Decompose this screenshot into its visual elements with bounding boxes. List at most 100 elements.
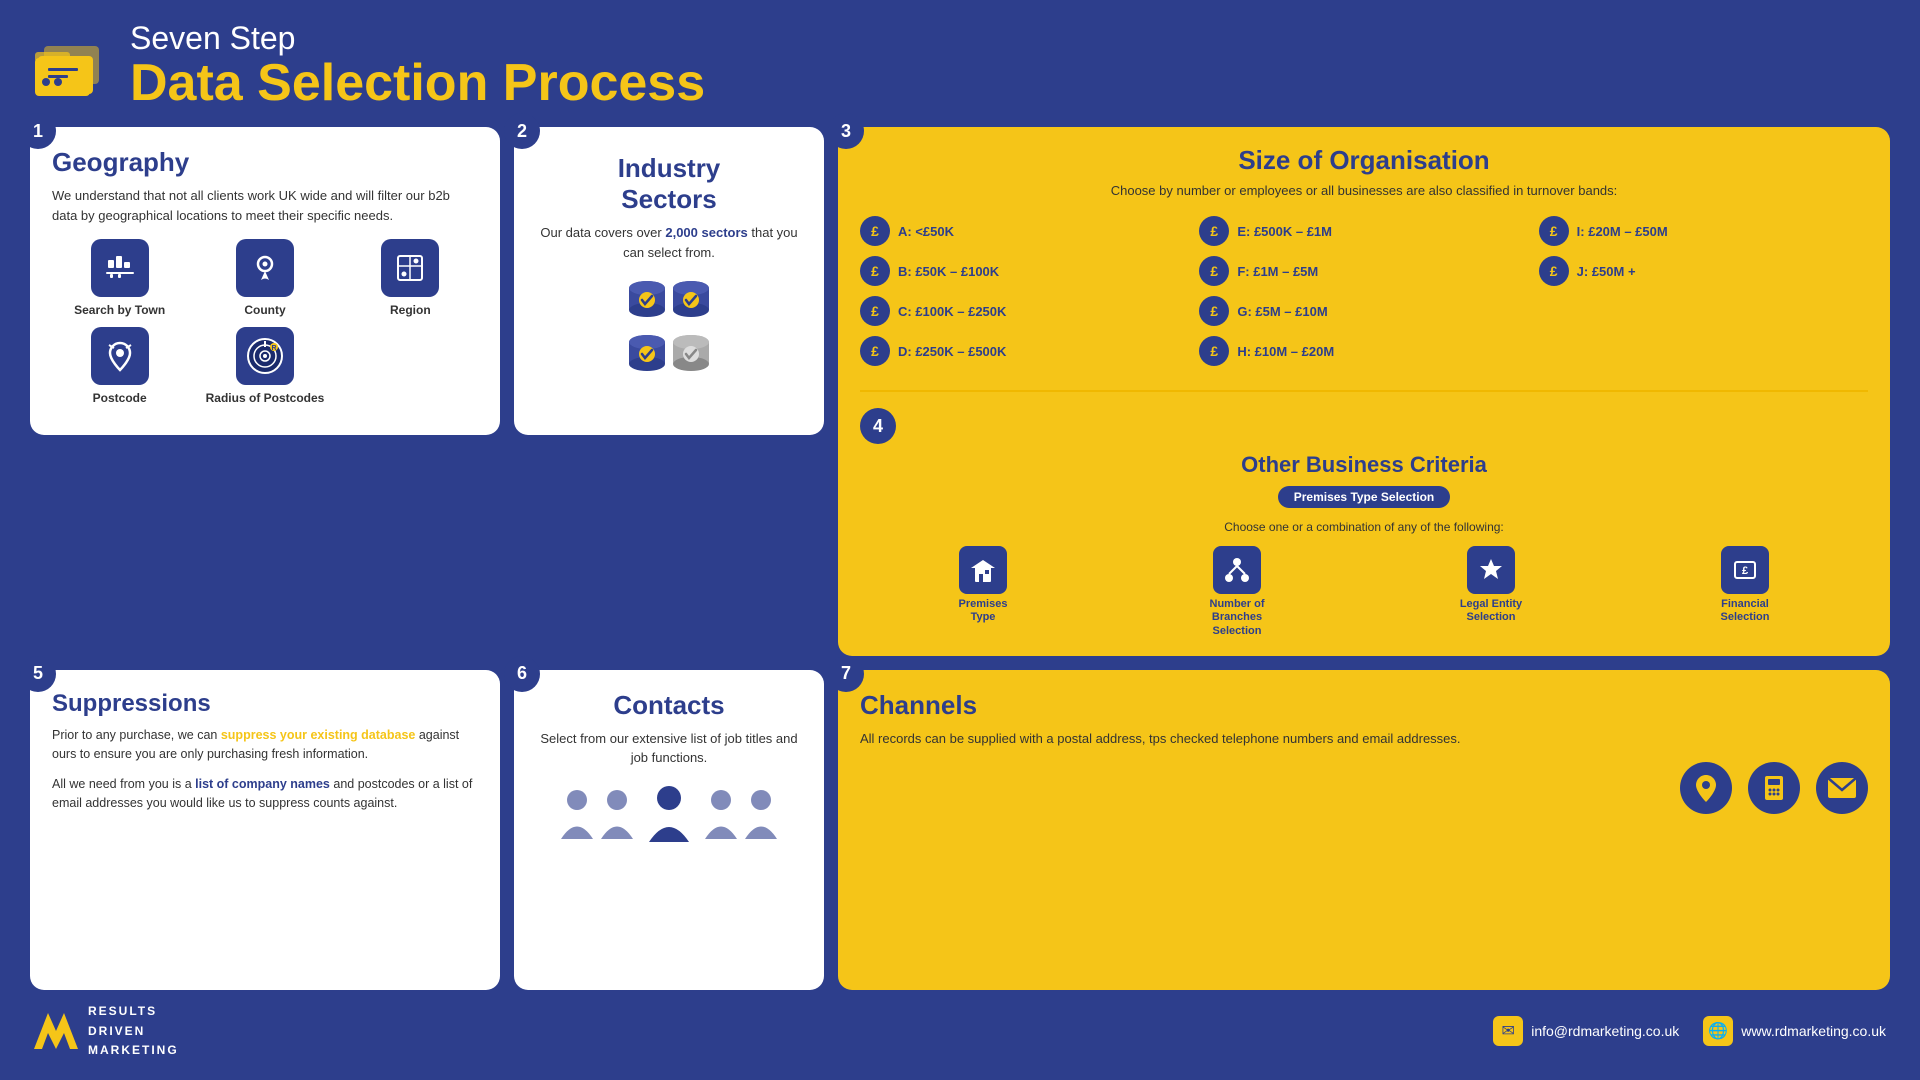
step6-badge: 6 <box>504 656 540 692</box>
step5-title: Suppressions <box>52 690 478 718</box>
branches-icon <box>1213 546 1261 594</box>
band-C-icon: £ <box>860 296 890 326</box>
financial-label: FinancialSelection <box>1721 598 1770 624</box>
step3-subtitle: Choose by number or employees or all bus… <box>860 182 1868 200</box>
step6-card: 6 Contacts Select from our extensive lis… <box>514 670 824 991</box>
band-E: £ E: £500K – £1M <box>1199 216 1528 246</box>
contact-person-icons <box>536 784 802 844</box>
rdm-logo-icon <box>34 1013 78 1049</box>
band-E-icon: £ <box>1199 216 1229 246</box>
step4-title: Other Business Criteria <box>860 452 1868 478</box>
band-D: £ D: £250K – £500K <box>860 336 1189 366</box>
header-text: Seven Step Data Selection Process <box>130 20 705 109</box>
geo-search-town: Search by Town <box>52 239 187 317</box>
step3-bands: £ A: <£50K £ E: £500K – £1M £ I: £20M – … <box>860 216 1868 366</box>
email-channel-icon <box>1816 762 1868 814</box>
band-H-icon: £ <box>1199 336 1229 366</box>
criteria-financial: £ FinancialSelection <box>1622 546 1868 638</box>
step2-card: 2 IndustrySectors Our data covers over 2… <box>514 127 824 435</box>
band-H: £ H: £10M – £20M <box>1199 336 1528 366</box>
band-I: £ I: £20M – £50M <box>1539 216 1868 246</box>
geo-region: Region <box>343 239 478 317</box>
band-I-label: I: £20M – £50M <box>1577 224 1668 239</box>
band-F-label: F: £1M – £5M <box>1237 264 1318 279</box>
search-town-label: Search by Town <box>74 303 165 317</box>
step1-description: We understand that not all clients work … <box>52 186 478 225</box>
header-logo-icon <box>30 30 110 100</box>
step7-card: 7 Channels All records can be supplied w… <box>838 670 1890 991</box>
branches-label: Number ofBranchesSelection <box>1210 598 1265 638</box>
database-icons-svg <box>625 274 713 384</box>
band-E-label: E: £500K – £1M <box>1237 224 1332 239</box>
step2-description: Our data covers over 2,000 sectors that … <box>536 223 802 262</box>
band-B-label: B: £50K – £100K <box>898 264 999 279</box>
footer: RESULTS DRIVEN MARKETING ✉ info@rdmarket… <box>30 1002 1890 1060</box>
step1-badge: 1 <box>20 113 56 149</box>
step2-badge: 2 <box>504 113 540 149</box>
band-G-label: G: £5M – £10M <box>1237 304 1327 319</box>
band-D-icon: £ <box>860 336 890 366</box>
step4-section: 4 Other Business Criteria Premises Type … <box>860 390 1868 638</box>
band-B-icon: £ <box>860 256 890 286</box>
step7-title: Channels <box>860 690 1868 721</box>
step3-badge: 3 <box>828 113 864 149</box>
step3-card: 3 Size of Organisation Choose by number … <box>838 127 1890 656</box>
step4-premises-badge: Premises Type Selection <box>1278 486 1451 508</box>
geo-radius: R Radius of Postcodes <box>197 327 332 405</box>
postcode-label: Postcode <box>93 391 147 405</box>
premises-type-label: PremisesType <box>959 598 1008 624</box>
region-label: Region <box>390 303 431 317</box>
step5-para2: All we need from you is a list of compan… <box>52 775 478 814</box>
header: Seven Step Data Selection Process <box>30 20 1890 109</box>
footer-website-text: www.rdmarketing.co.uk <box>1741 1023 1886 1039</box>
criteria-premises: PremisesType <box>860 546 1106 638</box>
step2-title: IndustrySectors <box>536 147 802 215</box>
band-F-icon: £ <box>1199 256 1229 286</box>
step7-description: All records can be supplied with a posta… <box>860 729 1868 749</box>
band-A-label: A: <£50K <box>898 224 954 239</box>
band-I-icon: £ <box>1539 216 1569 246</box>
step1-card: 1 Geography We understand that not all c… <box>30 127 500 435</box>
county-label: County <box>244 303 285 317</box>
band-F: £ F: £1M – £5M <box>1199 256 1528 286</box>
geo-postcode: Postcode <box>52 327 187 405</box>
svg-text:R: R <box>271 345 276 352</box>
region-icon <box>381 239 439 297</box>
svg-text:£: £ <box>1742 565 1748 577</box>
postcode-icon <box>91 327 149 385</box>
channel-icons <box>860 762 1868 814</box>
step5-badge: 5 <box>20 656 56 692</box>
band-H-label: H: £10M – £20M <box>1237 344 1334 359</box>
contacts-svg <box>559 784 779 844</box>
financial-icon: £ <box>1721 546 1769 594</box>
band-A: £ A: <£50K <box>860 216 1189 246</box>
band-J-icon: £ <box>1539 256 1569 286</box>
criteria-legal: Legal EntitySelection <box>1368 546 1614 638</box>
footer-contact: ✉ info@rdmarketing.co.uk 🌐 www.rdmarketi… <box>1493 1016 1886 1046</box>
globe-footer-icon: 🌐 <box>1703 1016 1733 1046</box>
email-footer-icon: ✉ <box>1493 1016 1523 1046</box>
footer-website: 🌐 www.rdmarketing.co.uk <box>1703 1016 1886 1046</box>
footer-email-text: info@rdmarketing.co.uk <box>1531 1023 1679 1039</box>
band-A-icon: £ <box>860 216 890 246</box>
footer-brand-text: RESULTS DRIVEN MARKETING <box>88 1002 179 1060</box>
step1-title: Geography <box>52 147 478 178</box>
band-J: £ J: £50M + <box>1539 256 1868 286</box>
step6-description: Select from our extensive list of job ti… <box>536 729 802 768</box>
footer-logo: RESULTS DRIVEN MARKETING <box>34 1002 179 1060</box>
band-G-icon: £ <box>1199 296 1229 326</box>
step6-title: Contacts <box>536 690 802 721</box>
step4-badge: 4 <box>860 408 896 444</box>
band-J-label: J: £50M + <box>1577 264 1636 279</box>
band-C: £ C: £100K – £250K <box>860 296 1189 326</box>
step5-para1: Prior to any purchase, we can suppress y… <box>52 726 478 765</box>
step4-subtitle: Choose one or a combination of any of th… <box>860 520 1868 534</box>
county-icon <box>236 239 294 297</box>
list-of-company-names: list of company names <box>195 777 330 791</box>
band-D-label: D: £250K – £500K <box>898 344 1006 359</box>
legal-entity-icon <box>1467 546 1515 594</box>
step7-badge: 7 <box>828 656 864 692</box>
step4-criteria: PremisesType <box>860 546 1868 638</box>
location-channel-icon <box>1680 762 1732 814</box>
band-B: £ B: £50K – £100K <box>860 256 1189 286</box>
